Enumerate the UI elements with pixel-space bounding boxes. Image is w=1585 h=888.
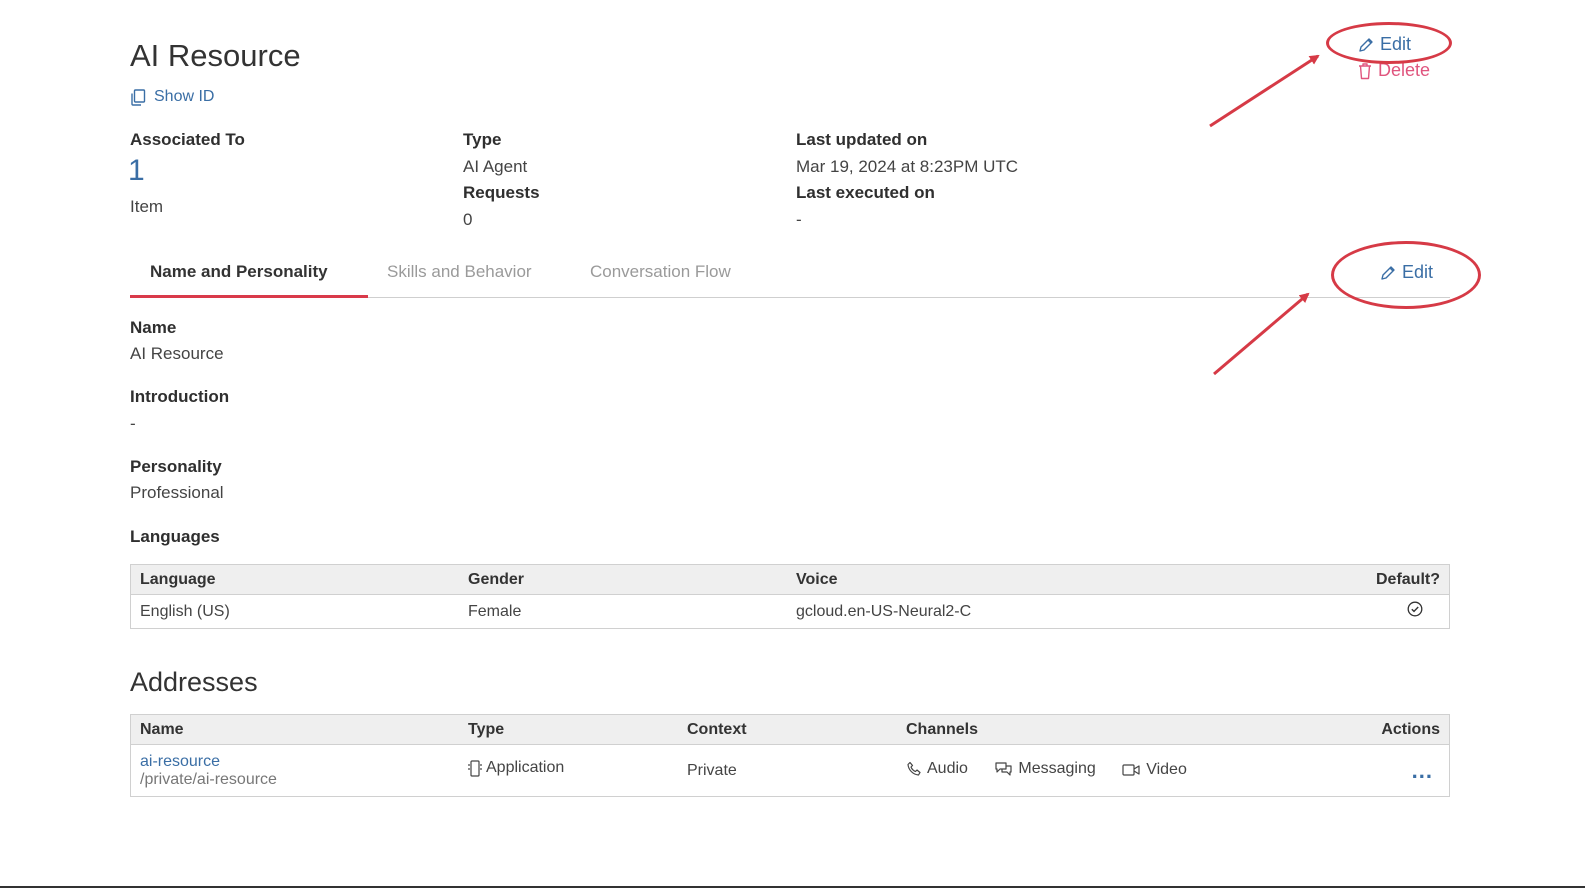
annotation-arrows <box>1209 54 1320 376</box>
